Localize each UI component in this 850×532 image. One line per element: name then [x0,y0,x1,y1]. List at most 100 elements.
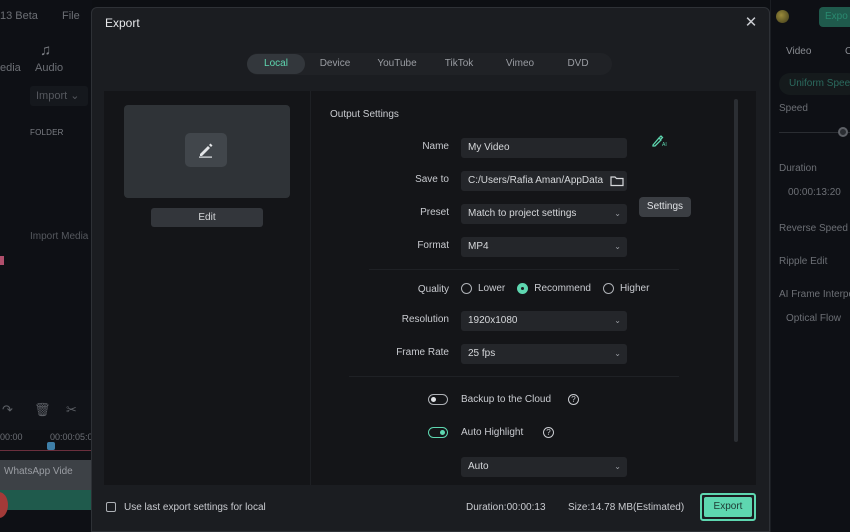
radio-label: Lower [478,283,506,294]
media-tab-label[interactable]: edia [0,62,21,74]
chevron-down-icon: ⌄ [614,242,621,251]
frame-rate-label: Frame Rate [396,347,449,358]
name-label: Name [422,141,449,152]
scrollbar[interactable] [734,99,738,442]
save-to-input[interactable]: C:/Users/Rafia Aman/AppData [461,171,627,191]
preset-dropdown[interactable]: Match to project settings ⌄ [461,204,627,224]
avatar[interactable] [776,10,789,23]
tab-local[interactable]: Local [247,54,305,74]
export-content: Edit Output Settings Name My Video AI Sa… [104,91,756,485]
close-icon[interactable]: ✕ [743,15,759,31]
tab-vimeo[interactable]: Vimeo [489,54,551,74]
chevron-down-icon: ⌄ [614,316,621,325]
export-button-label: Export [704,497,752,517]
top-export-button[interactable]: Expo [819,7,850,27]
tab-tiktok[interactable]: TikTok [429,54,489,74]
preset-value: Match to project settings [468,208,577,219]
save-to-label: Save to [415,174,449,185]
ruler-start-time: 00:00 [0,432,23,442]
app-title-fragment: 13 Beta [0,10,38,22]
resolution-value: 1920x1080 [468,315,518,326]
tab-second[interactable]: C [845,46,850,57]
uniform-speed-tab[interactable]: Uniform Speed [779,73,850,95]
backup-cloud-label: Backup to the Cloud [461,394,552,405]
radio-indicator [517,283,529,294]
screen: 13 Beta File edia ♫ Audio Import ⌄ FOLDE… [0,0,850,532]
export-dialog: Export ✕ Local Device YouTube TikTok Vim… [91,7,770,532]
preset-label: Preset [420,207,449,218]
chevron-down-icon: ⌄ [614,349,621,358]
ripple-edit-label: Ripple Edit [779,256,828,267]
name-input[interactable]: My Video [461,138,627,158]
help-icon[interactable]: ? [568,394,579,405]
audio-tab-label[interactable]: Audio [35,62,63,74]
frame-rate-value: 25 fps [468,348,496,359]
ai-frame-label: AI Frame Interpolation [779,289,850,300]
music-note-icon: ♫ [40,42,52,59]
export-button[interactable]: Export [700,493,756,521]
dialog-title: Export [105,16,140,30]
radio-indicator [461,283,472,294]
quality-label: Quality [417,284,449,295]
quality-lower-radio[interactable]: Lower [461,283,505,294]
help-icon[interactable]: ? [543,427,554,438]
section-divider [349,376,679,377]
radio-label: Higher [619,283,650,294]
pencil-icon [185,133,227,167]
radio-indicator [602,283,614,294]
tab-youtube[interactable]: YouTube [365,54,429,74]
divider [310,91,311,485]
speed-label: Speed [779,103,808,114]
frame-rate-dropdown[interactable]: 25 fps ⌄ [461,344,627,364]
import-dropdown[interactable]: Import ⌄ [30,86,88,106]
redo-icon[interactable]: ↷ [2,402,13,418]
speed-slider-handle[interactable] [838,127,848,137]
auto-highlight-dropdown[interactable]: Auto ⌄ [461,457,627,477]
tab-video[interactable]: Video [786,46,811,57]
clip-label: WhatsApp Vide [4,466,73,477]
audio-track[interactable] [0,490,92,510]
ai-rename-icon[interactable]: AI [651,134,669,148]
scissors-icon[interactable]: ✂ [66,402,77,418]
section-divider [369,269,679,270]
export-size: Size:14.78 MB(Estimated) [568,502,685,513]
optical-flow-option[interactable]: Optical Flow [786,313,841,324]
marker [0,256,4,265]
format-value: MP4 [468,241,489,252]
import-media-label[interactable]: Import Media [30,231,88,242]
settings-button[interactable]: Settings [639,197,691,217]
edit-button[interactable]: Edit [151,208,263,227]
preview-thumbnail[interactable] [124,105,290,198]
name-value: My Video [468,142,510,153]
ruler-mark-time: 00:00:05:0 [50,432,93,442]
export-duration: Duration:00:00:13 [466,502,546,513]
export-target-tabs: Local Device YouTube TikTok Vimeo DVD [247,53,612,75]
chevron-down-icon: ⌄ [70,90,80,102]
trash-icon[interactable]: 🗑 [34,402,51,418]
format-dropdown[interactable]: MP4 ⌄ [461,237,627,257]
format-label: Format [417,240,449,251]
toggle-knob [440,430,445,435]
quality-higher-radio[interactable]: Higher [602,283,650,294]
save-to-value: C:/Users/Rafia Aman/AppData [468,175,604,186]
tab-device[interactable]: Device [305,54,365,74]
import-label: Import [36,90,68,102]
ruler-line [0,450,92,451]
reverse-speed-label: Reverse Speed [779,223,848,234]
folder-icon[interactable] [610,174,624,187]
output-settings-heading: Output Settings [330,109,399,120]
use-last-settings-label: Use last export settings for local [124,502,266,513]
use-last-settings-checkbox[interactable] [106,502,116,512]
backup-cloud-toggle[interactable] [428,394,448,405]
auto-highlight-toggle[interactable] [428,427,448,438]
menu-file[interactable]: File [62,10,80,22]
tab-dvd[interactable]: DVD [551,54,605,74]
playhead[interactable] [47,442,55,450]
quality-radio-group: Lower Recommend Higher [461,283,661,294]
resolution-dropdown[interactable]: 1920x1080 ⌄ [461,311,627,331]
radio-label: Recommend [534,283,591,294]
quality-recommend-radio[interactable]: Recommend [517,283,591,294]
auto-highlight-value: Auto [468,461,489,472]
chevron-down-icon: ⌄ [614,209,621,218]
toggle-knob [431,397,436,402]
